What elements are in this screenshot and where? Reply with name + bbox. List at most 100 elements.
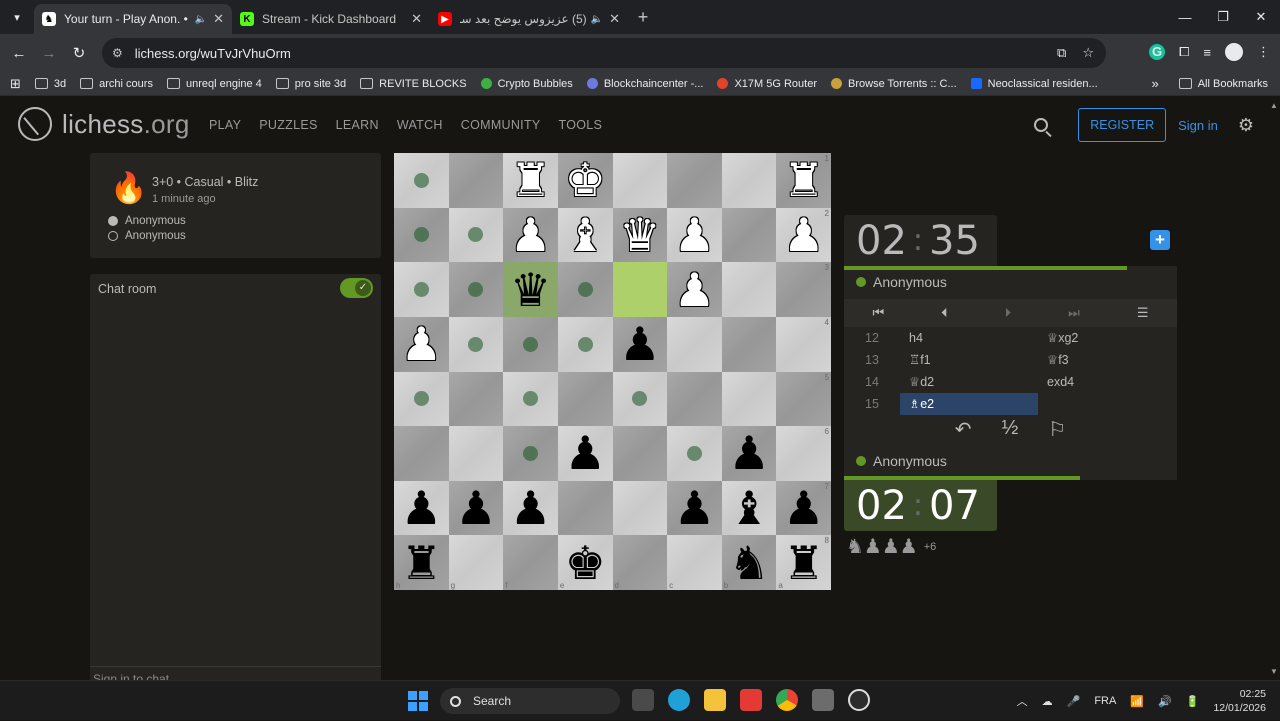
black-pawn-icon[interactable]: ♟ <box>510 485 551 531</box>
menu-kebab-icon[interactable]: ⋮ <box>1257 44 1270 60</box>
move-dest-dot[interactable] <box>686 445 702 461</box>
last-move-icon[interactable]: ⏭ <box>1068 305 1080 321</box>
signin-link[interactable]: Sign in <box>1178 118 1218 133</box>
board-square[interactable] <box>394 153 449 208</box>
board-square[interactable]: ♟ <box>394 480 449 536</box>
board-square[interactable] <box>721 371 777 427</box>
address-bar[interactable]: ⚙ lichess.org/wuTvJrVhuOrm ⧉ ☆ <box>102 38 1106 68</box>
board-square[interactable]: ♜ <box>503 153 558 208</box>
board-square[interactable]: g <box>448 535 504 590</box>
nav-tools[interactable]: TOOLS <box>559 118 603 132</box>
black-knight-icon[interactable]: ♞ <box>728 540 769 586</box>
white-move[interactable]: h4 <box>900 327 1038 349</box>
board-square[interactable]: 3 <box>776 262 831 317</box>
nav-community[interactable]: COMMUNITY <box>461 118 541 132</box>
board-square[interactable] <box>612 371 668 427</box>
board-square[interactable] <box>557 371 613 427</box>
grammarly-icon[interactable]: G <box>1149 44 1165 60</box>
board-square[interactable]: ♝ <box>557 207 613 263</box>
board-square[interactable] <box>667 371 722 427</box>
taskview-icon[interactable] <box>632 689 654 711</box>
taskbar-search[interactable]: Search <box>440 688 620 714</box>
edge-icon[interactable] <box>668 689 690 711</box>
board-square[interactable]: ♛ <box>612 207 668 263</box>
page-scrollbar[interactable]: ▲ ▼ <box>1268 97 1280 680</box>
speaker-icon[interactable]: 🔈 <box>591 14 603 25</box>
move-dest-dot[interactable] <box>413 282 429 298</box>
all-bookmarks[interactable]: All Bookmarks <box>1178 78 1268 90</box>
board-square[interactable]: ♚ e <box>557 535 613 590</box>
board-square[interactable]: ♟ <box>503 480 558 536</box>
board-square[interactable] <box>394 371 449 427</box>
white-pawn-icon[interactable]: ♟ <box>674 212 715 258</box>
board-square[interactable] <box>667 153 722 208</box>
lang-indicator[interactable]: FRA <box>1094 695 1116 707</box>
board-square[interactable]: 6 <box>776 426 831 481</box>
bookmark-item[interactable]: Neoclassical residen... <box>970 78 1098 90</box>
black-queen-icon[interactable]: ♛ <box>510 267 551 313</box>
board-square[interactable]: ♟ <box>612 316 668 372</box>
back-icon[interactable]: ← <box>4 45 34 62</box>
close-tab-icon[interactable]: ✕ <box>609 11 620 27</box>
board-square[interactable] <box>503 371 558 427</box>
move-dest-dot[interactable] <box>577 282 593 298</box>
black-pawn-icon[interactable]: ♟ <box>783 485 824 531</box>
search-icon[interactable] <box>1034 118 1049 132</box>
bookmark-item[interactable]: 3d <box>34 78 66 90</box>
board-square[interactable]: ♟ <box>503 207 558 263</box>
more-bookmarks-icon[interactable]: » <box>1151 76 1158 91</box>
move-dest-dot[interactable] <box>523 336 539 352</box>
black-king-icon[interactable]: ♚ <box>565 540 606 586</box>
black-pawn-icon[interactable]: ♟ <box>455 485 496 531</box>
board-square[interactable]: ♜ h <box>394 535 449 590</box>
black-pawn-icon[interactable]: ♟ <box>619 321 660 367</box>
board-square[interactable]: ♟ 7 <box>776 480 831 536</box>
white-pawn-icon[interactable]: ♟ <box>783 212 824 258</box>
board-square[interactable]: ♜ 1 <box>776 153 831 208</box>
windows-start-icon[interactable] <box>408 691 428 711</box>
white-player[interactable]: Anonymous <box>108 215 186 227</box>
tab-lichess[interactable]: ♞ Your turn - Play Anon. • lich 🔈 ✕ <box>34 4 232 34</box>
black-move[interactable]: exd4 <box>1038 371 1176 393</box>
nav-watch[interactable]: WATCH <box>397 118 443 132</box>
site-info-icon[interactable]: ⚙ <box>112 46 123 60</box>
bookmark-item[interactable]: Blockchaincenter -... <box>586 78 703 90</box>
white-king-icon[interactable]: ♚ <box>565 157 606 203</box>
board-square[interactable] <box>721 153 777 208</box>
white-pawn-icon[interactable]: ♟ <box>401 321 442 367</box>
chess-board[interactable]: ♜ ♚ ♜ 1 ♟ ♝ ♛ ♟ ♟ 2 ♛ ♟ 3 ♟ ♟ 4 5 ♟ ♟ 6 ♟ ♟ ♟ ♟ ♝ ♟ 7 ♜ h g f ♚ e d c ♞ b ♜ 8 a <box>394 153 831 590</box>
white-move[interactable]: ♗e2 <box>900 393 1038 415</box>
move-dest-dot[interactable] <box>468 336 484 352</box>
nav-play[interactable]: PLAY <box>209 118 241 132</box>
speaker-icon[interactable]: 🔈 <box>195 14 207 25</box>
white-rook-icon[interactable]: ♜ <box>510 157 551 203</box>
bookmark-item[interactable]: unreql engine 4 <box>166 78 262 90</box>
board-square[interactable]: f <box>503 535 558 590</box>
board-square[interactable] <box>448 426 504 481</box>
close-tab-icon[interactable]: ✕ <box>411 11 422 27</box>
bookmark-star-icon[interactable]: ☆ <box>1082 45 1094 61</box>
move-dest-dot[interactable] <box>523 391 539 407</box>
bookmark-item[interactable]: Browse Torrents :: C... <box>831 78 957 90</box>
move-dest-dot[interactable] <box>577 336 593 352</box>
tab-search-icon[interactable]: ▾ <box>0 0 34 34</box>
volume-icon[interactable]: 🔊 <box>1158 695 1172 708</box>
nav-puzzles[interactable]: PUZZLES <box>259 118 317 132</box>
draw-offer-icon[interactable]: ½ <box>1002 417 1019 442</box>
black-pawn-icon[interactable]: ♟ <box>674 485 715 531</box>
move-dest-dot[interactable] <box>468 282 484 298</box>
board-square[interactable]: ♝ <box>721 480 777 536</box>
tray-chevron-icon[interactable]: ︿ <box>1017 693 1028 709</box>
board-square[interactable] <box>612 262 668 317</box>
media-icon[interactable]: ≡ <box>1203 45 1211 60</box>
calculator-icon[interactable] <box>812 689 834 711</box>
move-dest-dot[interactable] <box>632 391 648 407</box>
black-move[interactable]: ♕f3 <box>1038 349 1176 371</box>
white-move[interactable]: ♖f1 <box>900 349 1038 371</box>
battery-icon[interactable]: 🔋 <box>1186 695 1200 708</box>
board-square[interactable]: ♟ <box>448 480 504 536</box>
board-square[interactable]: ♟ <box>667 207 722 263</box>
first-move-icon[interactable]: ⏮ <box>872 305 884 321</box>
reload-icon[interactable]: ↻ <box>64 44 94 62</box>
bookmark-item[interactable]: REVITE BLOCKS <box>360 78 467 90</box>
